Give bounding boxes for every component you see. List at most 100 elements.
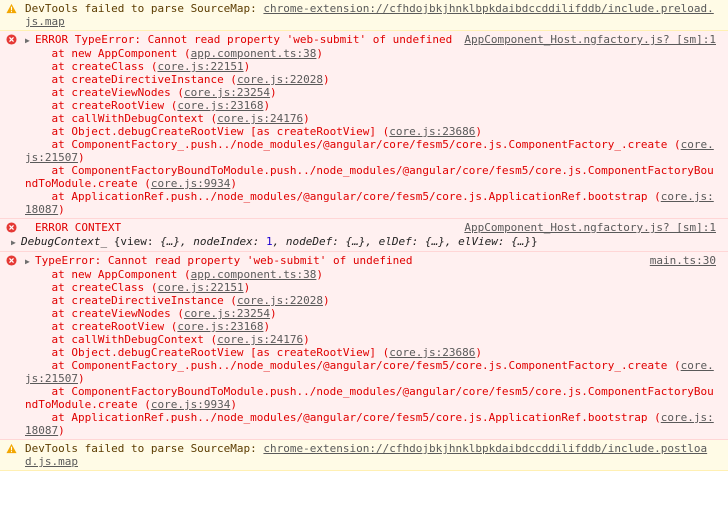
error-source-link[interactable]: AppComponent_Host.ngfactory.js? [sm]:1 [464, 33, 716, 46]
stack-frame-link[interactable]: core.js:22028 [237, 294, 323, 307]
error-title: TypeError: Cannot read property 'web-sub… [35, 254, 413, 267]
stack-frame-text: at ComponentFactory_.push../node_modules… [25, 138, 681, 151]
stack-frame-text: at createDirectiveInstance ( [25, 294, 237, 307]
stack-frame: at callWithDebugContext (core.js:24176) [25, 333, 716, 346]
stack-frame: at ComponentFactory_.push../node_modules… [25, 359, 716, 385]
stack-frame-suffix: ) [230, 177, 237, 190]
error-source-link[interactable]: main.ts:30 [650, 254, 716, 267]
warning-text: DevTools failed to parse SourceMap: [25, 442, 264, 455]
stack-frame-text: at ApplicationRef.push../node_modules/@a… [25, 411, 661, 424]
error-title: ERROR TypeError: Cannot read property 'w… [35, 33, 453, 46]
stack-frame-text: at ComponentFactoryBoundToModule.push../… [25, 164, 714, 190]
stack-frame-link[interactable]: core.js:23168 [177, 320, 263, 333]
stack-frame-text: at createViewNodes ( [25, 307, 184, 320]
error-header: ▶ TypeError: Cannot read property 'web-su… [25, 254, 716, 268]
error-title: ERROR CONTEXT [35, 221, 122, 234]
stack-frame: at createClass (core.js:22151) [25, 60, 716, 73]
object-key-nodeindex: , nodeIndex: [179, 235, 267, 248]
stack-frame: at ComponentFactoryBoundToModule.push../… [25, 385, 716, 411]
warning-message: DevTools failed to parse SourceMap: chro… [25, 2, 716, 28]
object-value: {…} [511, 235, 531, 248]
stack-frame-text: at callWithDebugContext ( [25, 112, 218, 125]
stack-frame-text: at callWithDebugContext ( [25, 333, 218, 346]
expand-triangle-icon[interactable]: ▶ [11, 236, 21, 249]
error-header: ▶ERROR CONTEXT AppComponent_Host.ngfacto… [25, 221, 716, 235]
error-title-row[interactable]: ▶ ERROR TypeError: Cannot read property '… [25, 33, 456, 47]
stack-frame: at ComponentFactoryBoundToModule.push../… [25, 164, 716, 190]
stack-frame-link[interactable]: core.js:22151 [157, 60, 243, 73]
object-name: DebugContext_ [21, 235, 108, 248]
stack-frame-link[interactable]: core.js:22151 [157, 281, 243, 294]
stack-frame-link[interactable]: core.js:9934 [151, 398, 230, 411]
stack-frame-link[interactable]: core.js:23168 [177, 99, 263, 112]
stack-frame: at createViewNodes (core.js:23254) [25, 86, 716, 99]
stack-frame: at createDirectiveInstance (core.js:2202… [25, 73, 716, 86]
stack-trace: at new AppComponent (app.component.ts:38… [25, 268, 716, 437]
stack-frame-suffix: ) [475, 346, 482, 359]
stack-frame-suffix: ) [316, 268, 324, 281]
error-source-link[interactable]: AppComponent_Host.ngfactory.js? [sm]:1 [464, 221, 716, 234]
stack-frame-suffix: ) [475, 125, 482, 138]
stack-frame-link[interactable]: core.js:23686 [389, 125, 475, 138]
error-title-row[interactable]: ▶ TypeError: Cannot read property 'web-su… [25, 254, 642, 268]
stack-frame-suffix: ) [58, 424, 65, 437]
stack-frame-suffix: ) [77, 151, 85, 164]
stack-frame-suffix: ) [243, 281, 251, 294]
stack-frame-suffix: ) [303, 333, 310, 346]
stack-trace: at new AppComponent (app.component.ts:38… [25, 47, 716, 216]
stack-frame: at callWithDebugContext (core.js:24176) [25, 112, 716, 125]
expand-triangle-icon[interactable]: ▶ [25, 255, 35, 268]
stack-frame-suffix: ) [303, 112, 310, 125]
stack-frame-link[interactable]: app.component.ts:38 [191, 47, 317, 60]
object-close: } [531, 235, 538, 248]
expand-triangle-icon[interactable]: ▶ [25, 34, 35, 47]
stack-frame: at ApplicationRef.push../node_modules/@a… [25, 411, 716, 437]
stack-frame: at ComponentFactory_.push../node_modules… [25, 138, 716, 164]
console-error: ▶ ERROR TypeError: Cannot read property '… [0, 31, 728, 219]
console-error: ▶ TypeError: Cannot read property 'web-su… [0, 252, 728, 440]
stack-frame: at createDirectiveInstance (core.js:2202… [25, 294, 716, 307]
stack-frame-suffix: ) [58, 203, 65, 216]
stack-frame: at new AppComponent (app.component.ts:38… [25, 268, 716, 281]
stack-frame-link[interactable]: core.js:23254 [184, 86, 270, 99]
error-header: ▶ ERROR TypeError: Cannot read property '… [25, 33, 716, 47]
stack-frame: at Object.debugCreateRootView [as create… [25, 346, 716, 359]
stack-frame-text: at createClass ( [25, 60, 158, 73]
object-key-eldef: , elDef: [365, 235, 426, 248]
stack-frame-link[interactable]: core.js:22028 [237, 73, 323, 86]
stack-frame-link[interactable]: core.js:23254 [184, 307, 270, 320]
stack-frame-link[interactable]: core.js:24176 [217, 333, 303, 346]
stack-frame-suffix: ) [323, 73, 330, 86]
stack-frame-text: at ApplicationRef.push../node_modules/@a… [25, 190, 661, 203]
stack-frame-suffix: ) [263, 99, 271, 112]
object-value: {…} [160, 235, 180, 248]
stack-frame-text: at createDirectiveInstance ( [25, 73, 237, 86]
stack-frame-suffix: ) [230, 398, 237, 411]
stack-frame-suffix: ) [77, 372, 85, 385]
debug-context-object[interactable]: ▶ DebugContext_ {view: {…}, nodeIndex: 1,… [11, 235, 716, 249]
stack-frame-text: at createRootView ( [25, 320, 178, 333]
stack-frame-text: at ComponentFactoryBoundToModule.push../… [25, 385, 714, 411]
stack-frame-text: at new AppComponent ( [25, 47, 191, 60]
stack-frame: at ApplicationRef.push../node_modules/@a… [25, 190, 716, 216]
stack-frame-suffix: ) [270, 307, 277, 320]
stack-frame-link[interactable]: app.component.ts:38 [191, 268, 317, 281]
console-warning: DevTools failed to parse SourceMap: chro… [0, 0, 728, 31]
stack-frame-suffix: ) [323, 294, 330, 307]
stack-frame-link[interactable]: core.js:24176 [217, 112, 303, 125]
warning-icon [6, 3, 17, 14]
object-value: {…} [345, 235, 366, 248]
stack-frame-link[interactable]: core.js:9934 [151, 177, 230, 190]
stack-frame: at createRootView (core.js:23168) [25, 99, 716, 112]
error-icon [6, 222, 17, 233]
console-panel: DevTools failed to parse SourceMap: chro… [0, 0, 728, 506]
stack-frame-suffix: ) [243, 60, 251, 73]
stack-frame: at createClass (core.js:22151) [25, 281, 716, 294]
object-value: {…} [425, 235, 445, 248]
warning-icon [6, 443, 17, 454]
stack-frame-text: at Object.debugCreateRootView [as create… [25, 346, 390, 359]
object-key-nodedef: , nodeDef: [272, 235, 346, 248]
stack-frame-link[interactable]: core.js:23686 [389, 346, 475, 359]
object-key-elview: , elView: [444, 235, 512, 248]
stack-frame: at createRootView (core.js:23168) [25, 320, 716, 333]
